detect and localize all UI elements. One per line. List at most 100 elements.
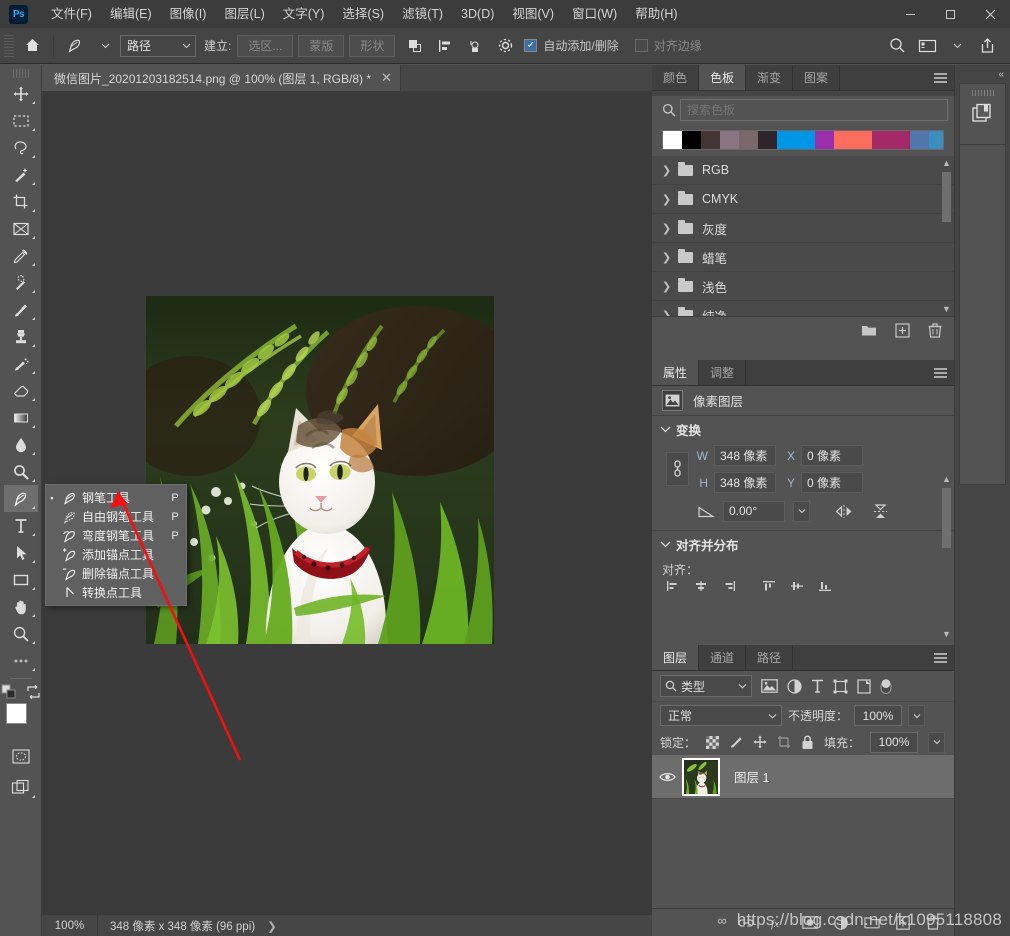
eraser-tool[interactable] xyxy=(4,377,38,404)
path-mode-select[interactable]: 路径 xyxy=(120,34,196,57)
swatch-cell[interactable] xyxy=(701,131,720,149)
scroll-track[interactable] xyxy=(942,168,951,304)
zoom-tool[interactable] xyxy=(4,620,38,647)
path-selection-tool[interactable] xyxy=(4,539,38,566)
tab-channels[interactable]: 通道 xyxy=(699,645,747,670)
swatch-cell[interactable] xyxy=(834,131,853,149)
swatch-cell[interactable] xyxy=(891,131,910,149)
history-brush-tool[interactable] xyxy=(4,350,38,377)
scroll-down-icon[interactable]: ▼ xyxy=(942,304,951,314)
geometry-options-icon[interactable] xyxy=(490,32,520,60)
make-selection-button[interactable]: 选区... xyxy=(237,34,294,57)
document-tab[interactable]: 微信图片_20201203182514.png @ 100% (图层 1, RG… xyxy=(42,65,401,91)
swatch-folder-pastel[interactable]: ❯ 蜡笔 xyxy=(652,243,954,272)
flyout-item-pen-tool[interactable]: ▪ 钢笔工具 P xyxy=(46,488,186,507)
fill-dropdown-icon[interactable] xyxy=(928,731,946,753)
filter-toggle-icon[interactable] xyxy=(880,678,892,695)
search-input[interactable] xyxy=(680,99,948,121)
options-bar-grip[interactable] xyxy=(4,34,14,57)
scroll-up-icon[interactable]: ▲ xyxy=(942,158,951,168)
angle-dropdown-icon[interactable] xyxy=(793,500,810,522)
swap-colors-icon[interactable] xyxy=(26,684,42,700)
layer-thumbnail[interactable] xyxy=(682,757,720,796)
menu-view[interactable]: 视图(V) xyxy=(503,0,563,28)
chevron-right-icon[interactable]: ❯ xyxy=(662,222,678,235)
gradient-tool[interactable] xyxy=(4,404,38,431)
transform-section-header[interactable]: 变换 xyxy=(652,416,954,442)
swatch-cell[interactable] xyxy=(720,131,739,149)
swatch-cell[interactable] xyxy=(739,131,758,149)
align-top-icon[interactable] xyxy=(762,580,776,592)
y-field[interactable]: 0 像素 xyxy=(801,472,863,493)
collapse-rail-right-button[interactable]: « xyxy=(955,65,1010,83)
panel-menu-icon[interactable] xyxy=(933,360,948,386)
angle-field[interactable]: 0.00° xyxy=(723,500,785,522)
x-field[interactable]: 0 像素 xyxy=(801,445,863,466)
marquee-tool[interactable] xyxy=(4,107,38,134)
home-icon[interactable] xyxy=(17,32,47,60)
swatch-folder-rgb[interactable]: ❯ RGB xyxy=(652,156,954,185)
scroll-down-icon[interactable]: ▼ xyxy=(942,629,951,639)
magic-wand-tool[interactable] xyxy=(4,161,38,188)
pen-tool[interactable] xyxy=(3,485,38,512)
chevron-down-icon[interactable] xyxy=(942,32,972,60)
rail-grip[interactable] xyxy=(971,90,994,96)
menu-window[interactable]: 窗口(W) xyxy=(563,0,626,28)
width-field[interactable]: 348 像素 xyxy=(714,445,776,466)
scroll-thumb[interactable] xyxy=(942,172,951,222)
align-edges-checkbox[interactable] xyxy=(634,39,648,52)
menu-filter[interactable]: 滤镜(T) xyxy=(393,0,452,28)
move-tool[interactable] xyxy=(4,80,38,107)
default-colors-icon[interactable] xyxy=(0,683,18,701)
make-shape-button[interactable]: 形状 xyxy=(349,34,396,57)
zoom-level[interactable]: 100% xyxy=(42,914,98,936)
menu-type[interactable]: 文字(Y) xyxy=(274,0,334,28)
maximize-button[interactable] xyxy=(930,0,970,28)
share-icon[interactable] xyxy=(972,32,1002,60)
lock-transparency-icon[interactable] xyxy=(706,735,720,749)
close-icon[interactable]: ✕ xyxy=(381,70,392,86)
layer-filter-kind[interactable]: 类型 xyxy=(660,675,752,697)
align-bottom-icon[interactable] xyxy=(818,580,832,592)
brush-tool[interactable] xyxy=(4,296,38,323)
menu-select[interactable]: 选择(S) xyxy=(333,0,393,28)
flyout-item-convert-point-tool[interactable]: 转换点工具 xyxy=(46,583,186,602)
scroll-track[interactable] xyxy=(942,484,951,629)
close-button[interactable] xyxy=(970,0,1010,28)
table-row[interactable]: 图层 1 xyxy=(652,755,954,799)
align-center-horizontal-icon[interactable] xyxy=(694,580,708,592)
search-icon[interactable] xyxy=(882,32,912,60)
new-folder-icon[interactable] xyxy=(861,323,877,337)
image-filter-icon[interactable] xyxy=(761,679,778,693)
lock-image-icon[interactable] xyxy=(729,735,743,749)
tool-preset-chevron-icon[interactable] xyxy=(90,32,120,60)
menu-image[interactable]: 图像(I) xyxy=(161,0,216,28)
tab-swatches[interactable]: 色板 xyxy=(699,65,747,90)
align-left-icon[interactable] xyxy=(666,580,680,592)
workspace-icon[interactable] xyxy=(912,32,942,60)
swatch-cell[interactable] xyxy=(910,131,929,149)
flyout-item-freeform-pen-tool[interactable]: 自由钢笔工具 P xyxy=(46,507,186,526)
lasso-tool[interactable] xyxy=(4,134,38,161)
more-tools[interactable] xyxy=(4,647,38,674)
swatch-cell[interactable] xyxy=(777,131,796,149)
rectangle-tool[interactable] xyxy=(4,566,38,593)
chevron-right-icon[interactable]: ❯ xyxy=(662,193,678,206)
libraries-panel-collapsed[interactable] xyxy=(959,83,1006,145)
swatch-cell[interactable] xyxy=(853,131,872,149)
lock-position-icon[interactable] xyxy=(753,735,767,749)
flyout-item-add-anchor-point-tool[interactable]: 添加锚点工具 xyxy=(46,545,186,564)
flip-vertical-icon[interactable] xyxy=(872,503,889,520)
pen-tool-icon[interactable] xyxy=(60,32,90,60)
frame-tool[interactable] xyxy=(4,215,38,242)
smart-object-filter-icon[interactable] xyxy=(857,678,871,694)
make-mask-button[interactable]: 蒙版 xyxy=(298,34,345,57)
tab-gradients[interactable]: 渐变 xyxy=(746,65,794,90)
menu-layer[interactable]: 图层(L) xyxy=(215,0,273,28)
swatch-cell[interactable] xyxy=(758,131,777,149)
blend-mode-select[interactable]: 正常 xyxy=(660,705,782,726)
tab-adjustments[interactable]: 调整 xyxy=(699,360,747,385)
blur-tool[interactable] xyxy=(4,431,38,458)
foreground-color-swatch[interactable] xyxy=(5,703,27,724)
chevron-right-icon[interactable]: ❯ xyxy=(662,280,678,293)
